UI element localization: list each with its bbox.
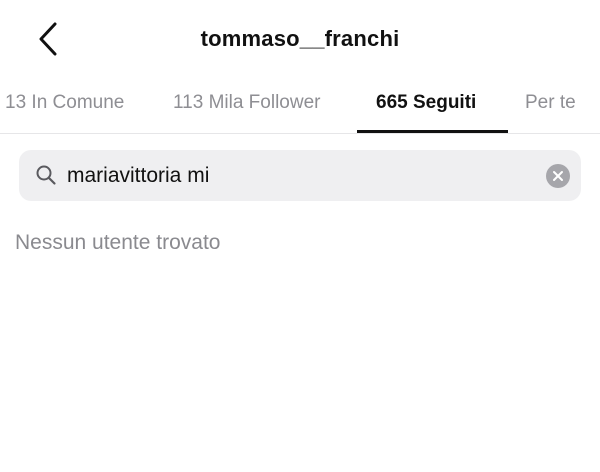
clear-icon (553, 171, 563, 181)
tab-following[interactable]: 665 Seguiti (376, 92, 476, 114)
search-input[interactable] (67, 160, 537, 192)
tab-followers[interactable]: 113 Mila Follower (173, 92, 320, 114)
search-icon (36, 165, 56, 185)
tab-mutual[interactable]: 13 In Comune (5, 92, 124, 114)
active-tab-indicator (357, 130, 508, 133)
tab-for-you[interactable]: Per te (525, 92, 576, 114)
header: tommaso__franchi (0, 0, 600, 76)
screen: tommaso__franchi 13 In Comune 113 Mila F… (0, 0, 600, 472)
profile-username: tommaso__franchi (200, 26, 400, 51)
tab-bar: 13 In Comune 113 Mila Follower 665 Segui… (0, 76, 600, 134)
empty-results-message: Nessun utente trovato (15, 231, 221, 254)
clear-search-button[interactable] (546, 164, 570, 188)
search-bar (19, 150, 581, 201)
